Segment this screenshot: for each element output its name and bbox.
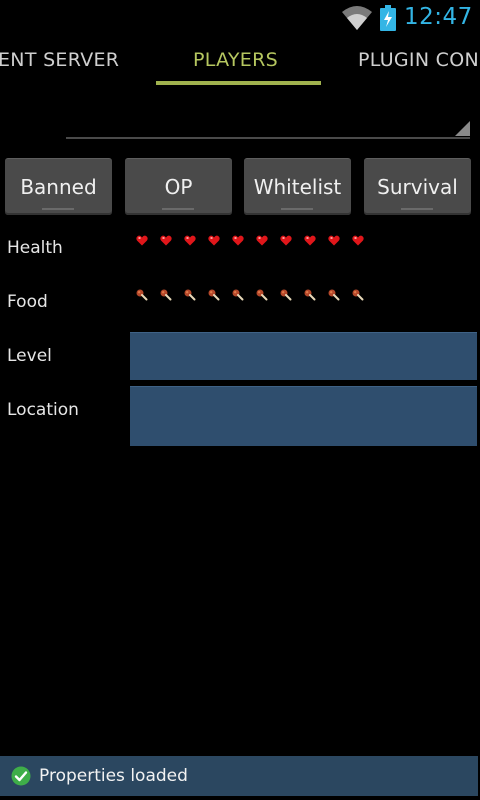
selected-tab-indicator <box>156 81 321 85</box>
drumstick-icon <box>352 289 364 301</box>
drumstick-icon <box>184 289 196 301</box>
heart-icon <box>232 235 244 246</box>
tab-plugin-config[interactable]: PLUGIN CON <box>358 49 479 71</box>
toast: Properties loaded <box>0 756 478 796</box>
health-label: Health <box>7 238 63 258</box>
toggle-indicator <box>162 208 194 210</box>
drumstick-icon <box>136 289 148 301</box>
drumstick-icon <box>328 289 340 301</box>
clock: 12:47 <box>404 4 473 30</box>
heart-icon <box>256 235 268 246</box>
drumstick-icon <box>208 289 220 301</box>
battery-charging-icon <box>380 5 396 31</box>
toggle-indicator <box>42 208 74 210</box>
heart-icon <box>280 235 292 246</box>
heart-icon <box>328 235 340 246</box>
banned-button-label: Banned <box>20 175 97 199</box>
drumstick-icon <box>160 289 172 301</box>
check-circle-icon <box>11 766 31 786</box>
heart-icon <box>184 235 196 246</box>
tab-players[interactable]: PLAYERS <box>193 49 278 71</box>
toggle-indicator <box>401 208 433 210</box>
heart-icon <box>304 235 316 246</box>
op-button[interactable]: OP <box>125 158 232 215</box>
gamemode-button-label: Survival <box>377 175 458 199</box>
drumstick-icon <box>232 289 244 301</box>
drumstick-icon <box>304 289 316 301</box>
gamemode-button[interactable]: Survival <box>364 158 471 215</box>
drumstick-icon <box>256 289 268 301</box>
spinner-arrow-icon <box>455 121 470 136</box>
status-bar: 12:47 <box>0 0 480 36</box>
heart-icon <box>136 235 148 246</box>
wifi-icon <box>342 6 372 30</box>
whitelist-button-label: Whitelist <box>253 175 342 199</box>
heart-icon <box>208 235 220 246</box>
banned-button[interactable]: Banned <box>5 158 112 215</box>
drumstick-icon <box>280 289 292 301</box>
op-button-label: OP <box>164 175 193 199</box>
location-field[interactable] <box>130 386 477 446</box>
whitelist-button[interactable]: Whitelist <box>244 158 351 215</box>
toggle-indicator <box>281 208 313 210</box>
toast-message: Properties loaded <box>39 766 188 786</box>
level-field[interactable] <box>130 332 477 380</box>
heart-icon <box>352 235 364 246</box>
spinner-underline <box>66 137 470 139</box>
level-label: Level <box>7 346 52 366</box>
heart-icon <box>160 235 172 246</box>
location-label: Location <box>7 400 79 420</box>
tab-server[interactable]: ENT SERVER <box>0 49 119 71</box>
food-label: Food <box>7 292 48 312</box>
